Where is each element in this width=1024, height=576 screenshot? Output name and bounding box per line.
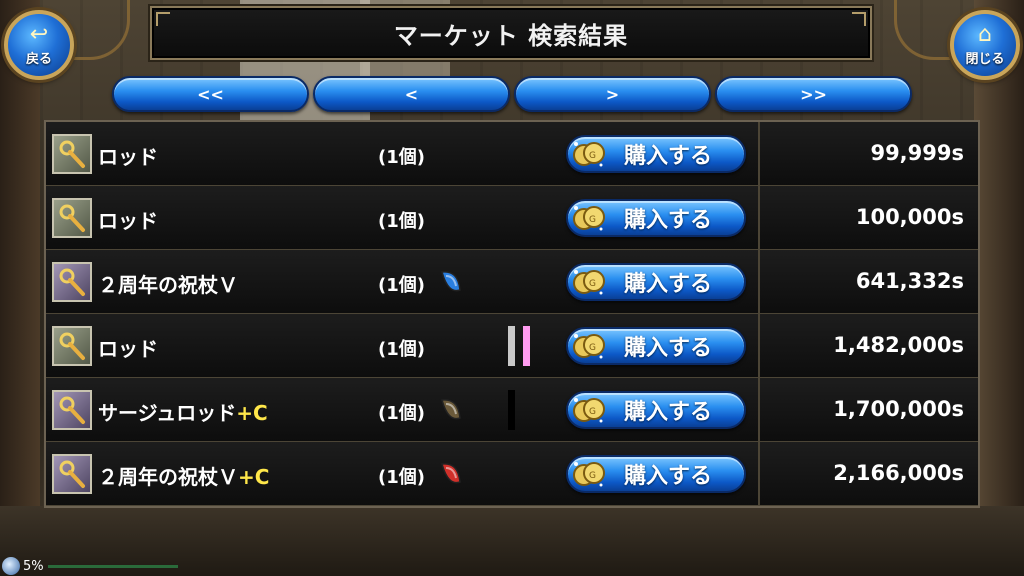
gem-blue-icon bbox=[438, 268, 464, 296]
slot-bar bbox=[508, 390, 515, 430]
item-suffix: +C bbox=[238, 465, 270, 489]
page-title: マーケット 検索結果 bbox=[393, 21, 629, 50]
title-bar: マーケット 検索結果 bbox=[150, 6, 872, 60]
buy-button[interactable]: G 購入する bbox=[566, 135, 746, 173]
column-divider bbox=[758, 250, 760, 314]
item-name: ２周年の祝杖Ｖ bbox=[98, 269, 238, 298]
buy-button[interactable]: G 購入する bbox=[566, 455, 746, 493]
buy-button-label: 購入する bbox=[624, 464, 713, 489]
column-divider bbox=[758, 378, 760, 442]
item-name: ２周年の祝杖Ｖ+C bbox=[98, 461, 269, 490]
coin-icon: G bbox=[572, 267, 606, 297]
svg-text:G: G bbox=[589, 279, 596, 289]
back-arrow-icon: ↩ bbox=[29, 21, 49, 47]
staff-icon bbox=[52, 454, 92, 494]
item-quantity: (1個) bbox=[378, 339, 425, 360]
slot-bar bbox=[523, 326, 530, 366]
buy-button-label: 購入する bbox=[624, 272, 713, 297]
item-price: 99,999s bbox=[870, 141, 964, 165]
list-item: ロッド (1個) G 購入する 99,999s bbox=[46, 122, 978, 186]
prev-page-button[interactable]: < bbox=[313, 76, 510, 112]
svg-text:G: G bbox=[589, 151, 596, 161]
item-name-text: サージュロッド bbox=[98, 401, 237, 425]
slot-bars bbox=[508, 390, 515, 430]
item-quantity: (1個) bbox=[378, 211, 425, 232]
buy-button[interactable]: G 購入する bbox=[566, 263, 746, 301]
close-button[interactable]: ⌂ 閉じる bbox=[950, 10, 1020, 80]
item-name-text: ロッド bbox=[98, 209, 158, 233]
first-page-button[interactable]: << bbox=[112, 76, 309, 112]
buy-button-label: 購入する bbox=[624, 336, 713, 361]
list-item: ロッド (1個) G 購入する 1,482,000s bbox=[46, 314, 978, 378]
item-price: 100,000s bbox=[855, 205, 964, 229]
coin-icon: G bbox=[572, 459, 606, 489]
item-name: ロッド bbox=[98, 141, 158, 170]
pagination: << < > >> bbox=[112, 76, 912, 114]
item-name-text: ２周年の祝杖Ｖ bbox=[98, 465, 238, 489]
staff-icon bbox=[52, 326, 92, 366]
buy-button-label: 購入する bbox=[624, 400, 713, 425]
buy-button[interactable]: G 購入する bbox=[566, 391, 746, 429]
coin-icon: G bbox=[572, 203, 606, 233]
item-name-text: ロッド bbox=[98, 145, 158, 169]
slot-bar bbox=[508, 326, 515, 366]
next-page-button[interactable]: > bbox=[514, 76, 711, 112]
item-quantity: (1個) bbox=[378, 275, 425, 296]
buy-button[interactable]: G 購入する bbox=[566, 327, 746, 365]
background-beam-right bbox=[974, 0, 1024, 576]
item-suffix: +C bbox=[236, 401, 268, 425]
item-name: ロッド bbox=[98, 205, 158, 234]
coin-icon: G bbox=[572, 395, 606, 425]
item-name-text: ロッド bbox=[98, 337, 158, 361]
svg-text:G: G bbox=[589, 407, 596, 417]
item-quantity: (1個) bbox=[378, 147, 425, 168]
item-price: 641,332s bbox=[855, 269, 964, 293]
list-item: ロッド (1個) G 購入する 100,000s bbox=[46, 186, 978, 250]
search-results-list: ロッド (1個) G 購入する 99,999s ロッド (1個) G 購入する 100,000s ２… bbox=[44, 120, 980, 508]
staff-icon bbox=[52, 134, 92, 174]
back-button[interactable]: ↩ 戻る bbox=[4, 10, 74, 80]
buy-button-label: 購入する bbox=[624, 208, 713, 233]
last-page-button[interactable]: >> bbox=[715, 76, 912, 112]
column-divider bbox=[758, 122, 760, 186]
column-divider bbox=[758, 442, 760, 506]
list-item: ２周年の祝杖Ｖ+C (1個) G 購入する 2,166,000s bbox=[46, 442, 978, 506]
staff-icon bbox=[52, 262, 92, 302]
progress-bar bbox=[47, 564, 178, 568]
ornament-left bbox=[70, 0, 130, 60]
close-label: 閉じる bbox=[965, 51, 1005, 67]
svg-text:G: G bbox=[589, 215, 596, 225]
item-quantity: (1個) bbox=[378, 403, 425, 424]
item-name-text: ２周年の祝杖Ｖ bbox=[98, 273, 238, 297]
slot-bars bbox=[508, 326, 530, 366]
svg-text:G: G bbox=[589, 343, 596, 353]
item-quantity: (1個) bbox=[378, 467, 425, 488]
coin-icon: G bbox=[572, 331, 606, 361]
progress-percent: 5% bbox=[23, 558, 44, 574]
coin-icon: G bbox=[572, 139, 606, 169]
gem-brown-icon bbox=[438, 396, 464, 424]
gem-red-icon bbox=[438, 460, 464, 488]
back-label: 戻る bbox=[25, 51, 52, 67]
item-name: サージュロッド+C bbox=[98, 397, 268, 426]
column-divider bbox=[758, 314, 760, 378]
home-icon: ⌂ bbox=[978, 21, 992, 47]
background-beam-left bbox=[0, 0, 40, 576]
item-price: 2,166,000s bbox=[833, 461, 964, 485]
buy-button[interactable]: G 購入する bbox=[566, 199, 746, 237]
item-name: ロッド bbox=[98, 333, 158, 362]
column-divider bbox=[758, 186, 760, 250]
buy-button-label: 購入する bbox=[624, 144, 713, 169]
svg-text:G: G bbox=[589, 471, 596, 481]
list-item: ２周年の祝杖Ｖ (1個) G 購入する 641,332s bbox=[46, 250, 978, 314]
list-item: サージュロッド+C (1個) G 購入する 1,700,000s bbox=[46, 378, 978, 442]
staff-icon bbox=[52, 390, 92, 430]
item-price: 1,700,000s bbox=[833, 397, 964, 421]
item-price: 1,482,000s bbox=[833, 333, 964, 357]
staff-icon bbox=[52, 198, 92, 238]
ornament-right bbox=[894, 0, 954, 60]
status-footer: 5% bbox=[0, 556, 200, 576]
globe-icon bbox=[2, 557, 20, 575]
